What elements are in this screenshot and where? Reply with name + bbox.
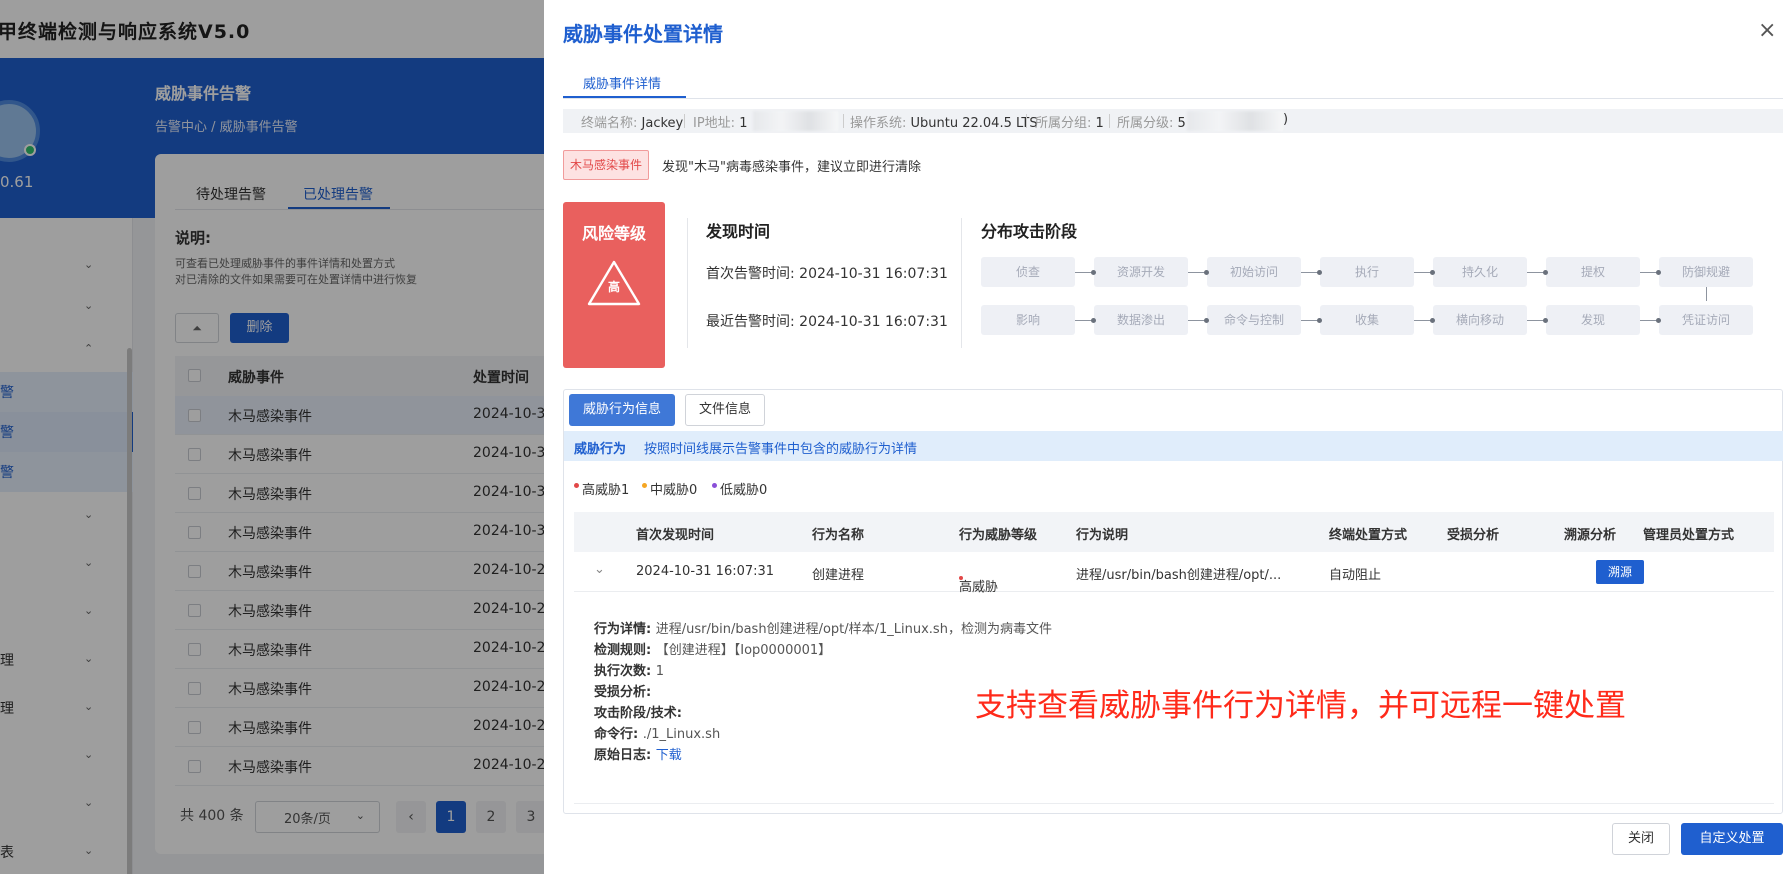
detail-line: 行为详情: 进程/usr/bin/bash创建进程/opt/样本/1_Linux… bbox=[594, 622, 1052, 637]
column-header: 行为说明 bbox=[1076, 528, 1129, 543]
stage-node: 执行 bbox=[1320, 257, 1414, 287]
tab-file-info[interactable]: 文件信息 bbox=[685, 394, 765, 426]
risk-title: 风险等级 bbox=[581, 224, 646, 243]
risk-level-card: 风险等级 高 bbox=[563, 202, 665, 368]
hint-title: 威胁行为 bbox=[574, 442, 627, 457]
cell-behavior-name: 创建进程 bbox=[812, 568, 865, 583]
stage-node: 横向移动 bbox=[1433, 305, 1527, 335]
event-type-tag: 木马感染事件 bbox=[563, 150, 649, 180]
stage-connector bbox=[1075, 270, 1096, 275]
stage-connector bbox=[1301, 270, 1322, 275]
legend-high: 高威胁1 bbox=[574, 479, 629, 498]
info-group: 所属分组: 1 bbox=[1035, 116, 1104, 131]
column-header: 受损分析 bbox=[1447, 528, 1500, 543]
cell-first-time: 2024-10-31 16:07:31 bbox=[636, 564, 775, 579]
info-ip: IP地址: 1 bbox=[693, 116, 748, 131]
stage-connector bbox=[1527, 318, 1548, 323]
redacted-ip bbox=[753, 111, 838, 131]
stage-connector bbox=[1414, 318, 1435, 323]
stage-node: 影响 bbox=[981, 305, 1075, 335]
detail-line: 受损分析: bbox=[594, 685, 652, 700]
first-alert-time: 首次告警时间: 2024-10-31 16:07:31 bbox=[706, 266, 948, 282]
medium-dot bbox=[642, 483, 647, 488]
column-header: 终端处置方式 bbox=[1329, 528, 1408, 543]
detail-line: 检测规则: 【创建进程】【Iop0000001】 bbox=[594, 643, 832, 658]
event-message: 发现"木马"病毒感染事件，建议立即进行清除 bbox=[662, 160, 921, 175]
download-log-link[interactable]: 下载 bbox=[656, 748, 682, 763]
stage-node: 命令与控制 bbox=[1207, 305, 1301, 335]
risk-level: 高 bbox=[607, 280, 620, 294]
info-level: 所属分级: 5 bbox=[1117, 116, 1186, 131]
stage-connector bbox=[1527, 270, 1548, 275]
found-time-title: 发现时间 bbox=[706, 222, 771, 241]
stage-connector bbox=[1414, 270, 1435, 275]
divider bbox=[687, 218, 688, 348]
stage-node: 发现 bbox=[1546, 305, 1640, 335]
stage-connector bbox=[1706, 287, 1707, 301]
info-os: 操作系统: Ubuntu 22.04.5 LTS bbox=[850, 116, 1038, 131]
stage-connector bbox=[1188, 270, 1209, 275]
legend-medium: 中威胁0 bbox=[642, 479, 697, 498]
column-header: 行为威胁等级 bbox=[959, 528, 1038, 543]
cell-description: 进程/usr/bin/bash创建进程/opt/... bbox=[1076, 568, 1282, 583]
cell-endpoint-action: 自动阻止 bbox=[1329, 568, 1382, 583]
stage-node: 数据渗出 bbox=[1094, 305, 1188, 335]
threat-detail-drawer: 威胁事件处置详情 × 威胁事件详情 终端名称: Jackey IP地址: 1 操… bbox=[544, 0, 1783, 874]
tab-event-detail[interactable]: 威胁事件详情 bbox=[583, 73, 661, 92]
chevron-down-icon[interactable]: ⌄ bbox=[594, 562, 605, 577]
stage-node: 持久化 bbox=[1433, 257, 1527, 287]
drawer-title: 威胁事件处置详情 bbox=[563, 22, 723, 46]
annotation-text: 支持查看威胁事件行为详情，并可远程一键处置 bbox=[975, 688, 1626, 724]
column-header: 首次发现时间 bbox=[636, 528, 715, 543]
last-alert-time: 最近告警时间: 2024-10-31 16:07:31 bbox=[706, 314, 948, 330]
stage-node: 防御规避 bbox=[1659, 257, 1753, 287]
hint-text: 按照时间线展示告警事件中包含的威胁行为详情 bbox=[644, 442, 918, 457]
stage-connector bbox=[1301, 318, 1322, 323]
column-header: 行为名称 bbox=[812, 528, 865, 543]
low-dot bbox=[712, 483, 717, 488]
divider bbox=[961, 218, 962, 348]
detail-line: 原始日志: 下载 bbox=[594, 748, 682, 763]
close-icon[interactable]: × bbox=[1758, 18, 1776, 43]
stage-node: 凭证访问 bbox=[1659, 305, 1753, 335]
stage-connector bbox=[1640, 270, 1661, 275]
redacted-level bbox=[1187, 111, 1283, 131]
behavior-table-header: 首次发现时间 行为名称 行为威胁等级 行为说明 终端处置方式 受损分析 溯源分析… bbox=[574, 512, 1774, 552]
stage-connector bbox=[1188, 318, 1209, 323]
stage-node: 提权 bbox=[1546, 257, 1640, 287]
info-tail: ) bbox=[1283, 112, 1289, 127]
stage-node: 侦查 bbox=[981, 257, 1075, 287]
custom-action-button[interactable]: 自定义处置 bbox=[1681, 823, 1783, 855]
endpoint-info-bar: 终端名称: Jackey IP地址: 1 操作系统: Ubuntu 22.04.… bbox=[563, 109, 1783, 133]
behavior-row[interactable]: ⌄ 2024-10-31 16:07:31 创建进程 高威胁 进程/usr/bi… bbox=[574, 552, 1774, 595]
tab-active-indicator bbox=[563, 96, 686, 98]
behavior-hint-bar: 威胁行为 按照时间线展示告警事件中包含的威胁行为详情 bbox=[564, 431, 1783, 461]
tab-threat-behavior[interactable]: 威胁行为信息 bbox=[569, 394, 675, 426]
column-header: 管理员处置方式 bbox=[1643, 528, 1735, 543]
attack-stage-title: 分布攻击阶段 bbox=[981, 222, 1078, 241]
close-button[interactable]: 关闭 bbox=[1612, 823, 1670, 855]
info-endpoint-name: 终端名称: Jackey bbox=[581, 116, 684, 131]
detail-line: 命令行: ./1_Linux.sh bbox=[594, 727, 721, 742]
stage-connector bbox=[1075, 318, 1096, 323]
stage-node: 收集 bbox=[1320, 305, 1414, 335]
high-dot bbox=[574, 483, 579, 488]
column-header: 溯源分析 bbox=[1564, 528, 1617, 543]
detail-line: 攻击阶段/技术: bbox=[594, 706, 682, 721]
detail-line: 执行次数: 1 bbox=[594, 664, 665, 679]
trace-button[interactable]: 溯源 bbox=[1596, 560, 1644, 584]
tab-divider bbox=[563, 98, 1783, 99]
stage-connector bbox=[1640, 318, 1661, 323]
legend-low: 低威胁0 bbox=[712, 479, 767, 498]
stage-node: 初始访问 bbox=[1207, 257, 1301, 287]
stage-node: 资源开发 bbox=[1094, 257, 1188, 287]
